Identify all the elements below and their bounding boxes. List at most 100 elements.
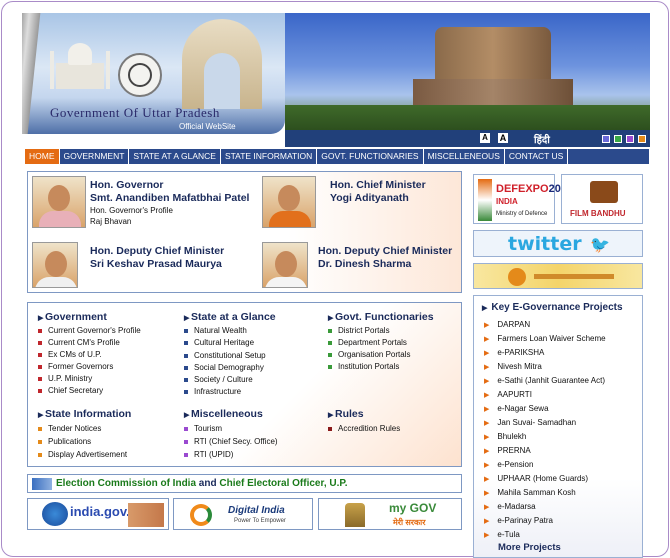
- egov-heading: ▶ Key E-Governance Projects: [482, 302, 623, 313]
- glance-link[interactable]: Social Demography: [184, 363, 264, 372]
- dcm2-photo[interactable]: [262, 242, 308, 288]
- govt-functionaries-heading[interactable]: ▶ Govt. Functionaries: [328, 311, 434, 323]
- governor-photo[interactable]: [32, 176, 86, 228]
- functionaries-link[interactable]: District Portals: [328, 326, 390, 335]
- governor-name[interactable]: Smt. Anandiben Mafatbhai Patel: [90, 192, 249, 204]
- promo-emblem-icon: [508, 268, 526, 286]
- defexpo-flag-icon: [478, 179, 492, 221]
- egov-item[interactable]: ▶ e-Pension: [484, 460, 533, 469]
- egov-item[interactable]: ▶ Jan Suvai- Samadhan: [484, 418, 576, 427]
- government-heading[interactable]: ▶ Government: [38, 311, 107, 323]
- government-link[interactable]: Former Governors: [38, 362, 113, 371]
- egov-item[interactable]: ▶ e-Tula: [484, 530, 520, 539]
- misc-link[interactable]: RTI (UPID): [184, 450, 233, 459]
- egov-item[interactable]: ▶ Bhulekh: [484, 432, 526, 441]
- egov-item[interactable]: ▶ PRERNA: [484, 446, 531, 455]
- twitter-banner[interactable]: twitter 🐦: [473, 230, 643, 257]
- hindi-language-link[interactable]: हिंदी: [534, 132, 550, 146]
- film-bandhu-banner[interactable]: FILM BANDHU: [561, 174, 643, 224]
- rules-link[interactable]: Accredition Rules: [328, 424, 400, 433]
- election-commission-bar[interactable]: Election Commission of India and Chief E…: [27, 474, 462, 493]
- nav-government[interactable]: GOVERNMENT: [60, 149, 130, 164]
- egov-item[interactable]: ▶ UPHAAR (Home Guards): [484, 474, 588, 483]
- state-info-link[interactable]: Publications: [38, 437, 91, 446]
- theme-swatch-4[interactable]: [638, 135, 646, 143]
- theme-swatch-3[interactable]: [626, 135, 634, 143]
- egov-item[interactable]: ▶ e-Madarsa: [484, 502, 536, 511]
- government-link[interactable]: U.P. Ministry: [38, 374, 92, 383]
- nav-home[interactable]: HOME: [25, 149, 60, 164]
- font-large-button[interactable]: A: [498, 133, 508, 143]
- egov-projects-panel: ▶ Key E-Governance Projects ▶ DARPAN ▶ Farm…: [473, 295, 643, 558]
- ashoka-emblem-icon: [345, 503, 365, 527]
- nav-contact-us[interactable]: CONTACT US: [505, 149, 569, 164]
- twitter-text: twitter: [508, 233, 582, 255]
- digital-india-banner[interactable]: Digital India Power To Empower: [173, 498, 313, 530]
- egov-item[interactable]: ▶ AAPURTI: [484, 390, 532, 399]
- dcm1-photo[interactable]: [32, 242, 78, 288]
- state-information-heading[interactable]: ▶ State Information: [38, 408, 131, 420]
- globe-icon: [42, 502, 68, 526]
- glance-link[interactable]: Natural Wealth: [184, 326, 247, 335]
- state-at-a-glance-heading[interactable]: ▶ State at a Glance: [184, 311, 276, 323]
- mygov-hindi-text: मेरी सरकार: [393, 518, 426, 527]
- cm-name[interactable]: Yogi Adityanath: [330, 192, 409, 204]
- functionaries-link[interactable]: Institution Portals: [328, 362, 399, 371]
- glance-link[interactable]: Infrastructure: [184, 387, 241, 396]
- people-image: [128, 503, 164, 527]
- state-info-link[interactable]: Display Advertisement: [38, 450, 127, 459]
- rules-heading[interactable]: ▶ Rules: [328, 408, 364, 420]
- film-reel-icon: [590, 181, 618, 203]
- more-projects-link[interactable]: More Projects: [498, 542, 561, 553]
- functionaries-link[interactable]: Organisation Portals: [328, 350, 410, 359]
- governor-profile-link[interactable]: Hon. Governor's Profile: [90, 206, 173, 215]
- chief-electoral-officer-link[interactable]: Chief Electoral Officer, U.P.: [219, 478, 347, 489]
- egov-item[interactable]: ▶ Nivesh Mitra: [484, 362, 542, 371]
- egov-item[interactable]: ▶ Farmers Loan Waiver Scheme: [484, 334, 606, 343]
- government-link[interactable]: Ex CMs of U.P.: [38, 350, 102, 359]
- election-commission-link[interactable]: Election Commission of India: [56, 478, 196, 489]
- officials-panel: Hon. Governor Smt. Anandiben Mafatbhai P…: [27, 171, 462, 293]
- site-header: Government Of Uttar Pradesh Official Web…: [22, 13, 650, 147]
- nav-miscelleneous[interactable]: MISCELLENEOUS: [424, 149, 505, 164]
- government-link[interactable]: Current Governor's Profile: [38, 326, 141, 335]
- raj-bhavan-link[interactable]: Raj Bhavan: [90, 217, 131, 226]
- egov-item[interactable]: ▶ e-Sathi (Janhit Guarantee Act): [484, 376, 605, 385]
- mygov-banner[interactable]: my GOV मेरी सरकार: [318, 498, 462, 530]
- nav-state-at-a-glance[interactable]: STATE AT A GLANCE: [129, 149, 221, 164]
- digital-india-text: Digital India: [228, 505, 285, 516]
- theme-swatch-2[interactable]: [614, 135, 622, 143]
- site-title: Government Of Uttar Pradesh: [50, 105, 220, 120]
- glance-link[interactable]: Constitutional Setup: [184, 351, 266, 360]
- dcm2-name[interactable]: Dr. Dinesh Sharma: [318, 258, 411, 270]
- egov-item[interactable]: ▶ e-Nagar Sewa: [484, 404, 549, 413]
- miscelleneous-heading[interactable]: ▶ Miscelleneous: [184, 408, 263, 420]
- egov-item[interactable]: ▶ Mahila Samman Kosh: [484, 488, 576, 497]
- nav-state-information[interactable]: STATE INFORMATION: [221, 149, 318, 164]
- twitter-bird-icon: 🐦: [590, 237, 610, 254]
- dcm1-name[interactable]: Sri Keshav Prasad Maurya: [90, 258, 222, 270]
- up-promo-banner[interactable]: [473, 263, 643, 289]
- misc-link[interactable]: RTI (Chief Secy. Office): [184, 437, 278, 446]
- egov-item[interactable]: ▶ e-Parinay Patra: [484, 516, 553, 525]
- glance-link[interactable]: Cultural Heritage: [184, 338, 254, 347]
- cm-photo[interactable]: [262, 176, 316, 228]
- theme-swatch-1[interactable]: [602, 135, 610, 143]
- government-link[interactable]: Current CM's Profile: [38, 338, 120, 347]
- government-link[interactable]: Chief Secretary: [38, 386, 103, 395]
- glance-link[interactable]: Society / Culture: [184, 375, 253, 384]
- misc-link[interactable]: Tourism: [184, 424, 222, 433]
- nav-govt-functionaries[interactable]: GOVT. FUNCTIONARIES: [317, 149, 424, 164]
- india-gov-banner[interactable]: india.gov.in: [27, 498, 169, 530]
- election-text: Election Commission of India and Chief E…: [56, 478, 348, 489]
- rumi-darwaza-image: [182, 19, 262, 109]
- digital-india-tagline: Power To Empower: [234, 518, 286, 524]
- egov-item[interactable]: ▶ e-PARIKSHA: [484, 348, 544, 357]
- egov-item[interactable]: ▶ DARPAN: [484, 320, 530, 329]
- trees-image: [285, 105, 650, 130]
- state-info-link[interactable]: Tender Notices: [38, 424, 101, 433]
- promo-graphic: [534, 274, 614, 279]
- defexpo-banner[interactable]: DEFEXPO20 INDIA Ministry of Defence: [473, 174, 561, 224]
- font-small-button[interactable]: A: [480, 133, 490, 143]
- functionaries-link[interactable]: Department Portals: [328, 338, 407, 347]
